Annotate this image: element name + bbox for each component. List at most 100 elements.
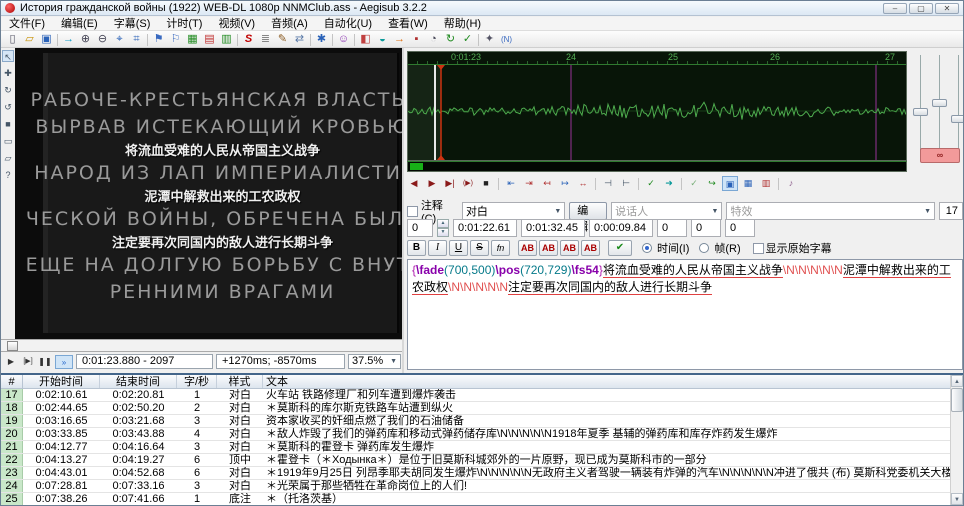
audio-waveform[interactable]: [408, 65, 906, 160]
panel-splitter[interactable]: [402, 48, 404, 373]
maximize-button[interactable]: ▢: [909, 3, 933, 14]
margin-right-input[interactable]: 0: [691, 219, 721, 237]
scale-tool-icon[interactable]: ■: [2, 118, 14, 130]
menu-item[interactable]: 文件(F): [1, 17, 53, 31]
secondary-color-button[interactable]: AB: [539, 240, 558, 256]
horizontal-zoom-handle[interactable]: [913, 108, 928, 116]
auto-commit-icon[interactable]: ✓: [686, 176, 702, 191]
shift-times-icon[interactable]: ⚑: [150, 32, 167, 47]
vertical-zoom-slider[interactable]: [939, 55, 940, 160]
primary-color-button[interactable]: AB: [518, 240, 537, 256]
commit-icon[interactable]: ✓: [643, 176, 659, 191]
audio-scrollbar[interactable]: [407, 161, 907, 172]
snap-start-icon[interactable]: ⊣: [600, 176, 616, 191]
about-icon[interactable]: ☺: [335, 32, 352, 47]
shift-both-icon[interactable]: ↔: [575, 176, 591, 191]
subtitle-row[interactable]: 17 0:02:10.61 0:02:20.81 1 对白 火车站 铁路修理厂和…: [1, 389, 963, 402]
audio-waveform-display[interactable]: 0:01:2324252627: [407, 51, 907, 161]
video-seek-bar[interactable]: [1, 339, 402, 352]
subtitle-row[interactable]: 18 0:02:44.65 0:02:50.20 2 对白 ＊莫斯科的库尔斯克铁…: [1, 402, 963, 415]
macro-n-icon[interactable]: (N): [498, 32, 515, 47]
header-text[interactable]: 文本: [263, 375, 963, 388]
menu-item[interactable]: 音频(A): [263, 17, 316, 31]
select-lines-icon[interactable]: ⚐: [167, 32, 184, 47]
stop-icon[interactable]: ■: [478, 176, 494, 191]
frame-radio[interactable]: [699, 243, 709, 253]
outline-color-button[interactable]: AB: [560, 240, 579, 256]
snap-end-icon[interactable]: ⊢: [618, 176, 634, 191]
commit-button[interactable]: ✔: [608, 240, 632, 256]
shift-end-fwd-icon[interactable]: ↦: [557, 176, 573, 191]
fonts-collector-icon[interactable]: ▥: [218, 32, 235, 47]
drag-tool-icon[interactable]: ✚: [2, 67, 14, 79]
attachments-icon[interactable]: ▤: [201, 32, 218, 47]
subtitle-row[interactable]: 22 0:04:13.27 0:04:19.27 6 顶中 ＊霍登卡（＊Ходы…: [1, 454, 963, 467]
menu-item[interactable]: 编辑(E): [53, 17, 106, 31]
zoom-in-icon[interactable]: ⊕: [77, 32, 94, 47]
strikeout-button[interactable]: S: [470, 240, 489, 256]
rotate-xy-tool-icon[interactable]: ↺: [2, 101, 14, 113]
minimize-button[interactable]: –: [883, 3, 907, 14]
separator[interactable]: [496, 176, 501, 191]
video-zoom-select[interactable]: 37.5% ▼: [348, 354, 401, 369]
check-updates-icon[interactable]: ✓: [459, 32, 476, 47]
header-end[interactable]: 结束时间: [100, 375, 177, 388]
auto-next-icon[interactable]: ↪: [704, 176, 720, 191]
rotate-z-tool-icon[interactable]: ↻: [2, 84, 14, 96]
spectrum-mode-icon[interactable]: ▦: [740, 176, 756, 191]
menu-item[interactable]: 查看(W): [380, 17, 436, 31]
header-style[interactable]: 样式: [217, 375, 263, 388]
styling-assistant-icon[interactable]: ✎: [274, 32, 291, 47]
video-autoseek-toggle[interactable]: »: [55, 355, 73, 369]
resample-resolution-icon[interactable]: ◧: [357, 32, 374, 47]
tools-icon[interactable]: ✦: [481, 32, 498, 47]
style-select[interactable]: 对白▼: [462, 202, 565, 220]
vertical-zoom-handle[interactable]: [932, 99, 947, 107]
time-icon[interactable]: ◔: [425, 32, 442, 47]
separator[interactable]: [776, 176, 781, 191]
help-icon[interactable]: ?: [2, 169, 14, 181]
video-seek-handle[interactable]: [7, 341, 18, 351]
subtitle-row[interactable]: 24 0:07:28.81 0:07:33.16 3 对白 ＊光荣属于那些牺牲在…: [1, 480, 963, 493]
video-display[interactable]: РАБОЧЕ-КРЕСТЬЯНСКАЯ ВЛАСТЬ,ВЫРВАВ ИСТЕКА…: [15, 48, 402, 339]
play-before-icon[interactable]: ◀: [406, 176, 422, 191]
auto-scroll-icon[interactable]: ▣: [722, 176, 738, 191]
menu-item[interactable]: 字幕(S): [106, 17, 159, 31]
zoom-out-icon[interactable]: ⊖: [94, 32, 111, 47]
end-time-input[interactable]: 0:01:32.45: [521, 219, 585, 237]
new-file-icon[interactable]: ▯: [4, 32, 21, 47]
video-play-button[interactable]: ▶: [4, 355, 18, 369]
subtitle-row[interactable]: 20 0:03:33.85 0:03:43.88 4 对白 ＊敌人炸毁了我们的弹…: [1, 428, 963, 441]
clip-vector-tool-icon[interactable]: ▱: [2, 152, 14, 164]
layer-spinner[interactable]: ▲▼: [437, 219, 449, 237]
scroll-down-icon[interactable]: ▼: [951, 493, 963, 505]
automation-icon[interactable]: ✱: [313, 32, 330, 47]
header-cps[interactable]: 字/秒: [177, 375, 217, 388]
subtitle-row[interactable]: 25 0:07:38.26 0:07:41.66 1 底注 ＊（托洛茨基）: [1, 493, 963, 506]
translation-assistant-icon[interactable]: ⇄: [291, 32, 308, 47]
volume-handle[interactable]: [951, 115, 964, 123]
subtitle-row[interactable]: 21 0:04:12.77 0:04:16.64 3 对白 ＊莫斯科的霍登卡 弹…: [1, 441, 963, 454]
kanji-timer-icon[interactable]: ◒: [374, 32, 391, 47]
subtitle-text-editor[interactable]: {\fade(700,500)\pos(720,729)\fs54}将流血受难的…: [407, 259, 963, 370]
shift-start-fwd-icon[interactable]: ⇥: [521, 176, 537, 191]
sort-lines-icon[interactable]: ↻: [442, 32, 459, 47]
video-jump-time-icon[interactable]: ⌖: [111, 32, 128, 47]
time-radio[interactable]: [642, 243, 652, 253]
header-number[interactable]: #: [1, 375, 23, 388]
video-pause-button[interactable]: ❚❚: [38, 355, 52, 369]
subtitle-row[interactable]: 23 0:04:43.01 0:04:52.68 6 对白 ＊1919年9月25…: [1, 467, 963, 480]
actor-select[interactable]: 说话人▼: [611, 202, 722, 220]
snap-icon[interactable]: ▪: [408, 32, 425, 47]
subtitle-row[interactable]: 19 0:03:16.65 0:03:21.68 3 对白 资本家收买的奸细点燃…: [1, 415, 963, 428]
volume-slider[interactable]: [958, 55, 959, 160]
shift-end-back-icon[interactable]: ↤: [539, 176, 555, 191]
play-selection-icon[interactable]: (▶): [460, 176, 476, 191]
audio-scrollbar-thumb[interactable]: [410, 163, 423, 170]
link-zoom-volume-button[interactable]: ∞: [920, 148, 960, 163]
timing-post-processor-icon[interactable]: →: [391, 32, 408, 47]
open-file-icon[interactable]: ▱: [21, 32, 38, 47]
duration-input[interactable]: 0:00:09.84: [589, 219, 653, 237]
video-play-line-button[interactable]: [▶]: [21, 355, 35, 369]
vertical-link-icon[interactable]: ▥: [758, 176, 774, 191]
